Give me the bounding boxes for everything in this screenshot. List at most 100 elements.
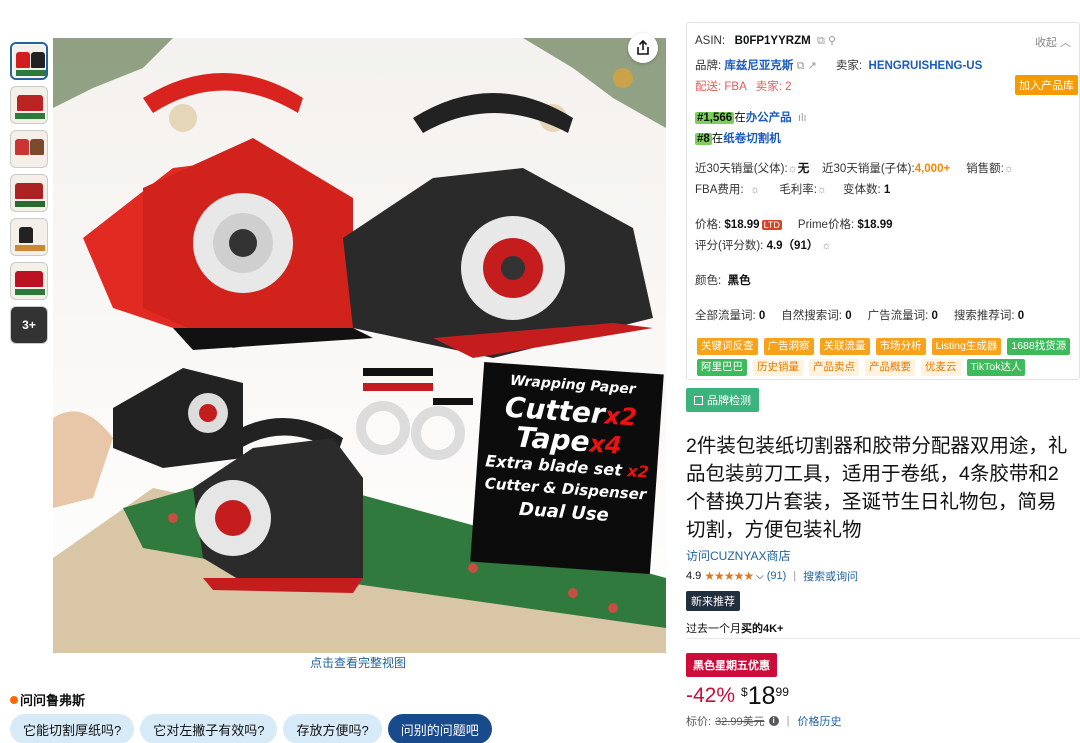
ask-rufus-title: 问问鲁弗斯 xyxy=(20,693,86,708)
price-value: $18.99 xyxy=(724,219,760,231)
sign-line-3: x2 xyxy=(603,401,638,432)
more-thumbnails-button[interactable]: 3+ xyxy=(10,306,48,344)
tool-button[interactable]: 产品概要 xyxy=(865,359,915,376)
tool-button[interactable]: 产品卖点 xyxy=(809,359,859,376)
sales-parent-value: 无 xyxy=(797,163,810,175)
rufus-ask-other-button[interactable]: 问别的问题吧 xyxy=(387,714,492,743)
color-row: 颜色: 黑色 xyxy=(695,272,751,288)
tool-button[interactable]: 广告洞察 xyxy=(763,338,814,355)
loading-icon: ☼ xyxy=(818,240,832,252)
divider: | xyxy=(793,570,797,582)
tool-button[interactable]: 市场分析 xyxy=(875,338,926,355)
new-recommendation-badge: 新来推荐 xyxy=(686,591,740,611)
thumbnail-5[interactable] xyxy=(10,218,48,256)
loading-icon: ☼ xyxy=(816,184,828,196)
rank1-number: #1,566 xyxy=(695,112,735,124)
brand-row: 品牌: 库兹尼亚克斯 ⧉ ↗ 卖家: HENGRUISHENG-US xyxy=(695,57,982,73)
rank2-category[interactable]: 纸卷切割机 xyxy=(723,133,781,145)
asin-value: B0FP1YYRZM xyxy=(734,35,811,47)
fba-fee-label: FBA费用: xyxy=(695,184,744,196)
sales-row: 近30天销量(父体):☼无 近30天销量(子体):4,000+ 销售额:☼ xyxy=(695,160,1014,176)
tool-button[interactable]: 关联流量 xyxy=(819,338,870,355)
rufus-icon xyxy=(10,695,18,704)
kw-all-value: 0 xyxy=(758,310,766,322)
tool-button[interactable]: 1688找货源 xyxy=(1007,338,1071,355)
info-icon[interactable]: i xyxy=(768,716,779,726)
rating-number: 4.9 xyxy=(686,570,702,582)
asin-label: ASIN: xyxy=(695,35,726,47)
kw-rec-value: 0 xyxy=(1017,310,1025,322)
rank2-number: #8 xyxy=(695,133,712,145)
sales-parent-label: 近30天销量(父体): xyxy=(695,163,788,175)
checkbox-icon xyxy=(694,395,703,405)
fee-row: FBA费用: ☼ 毛利率:☼ 变体数: 1 xyxy=(695,181,890,197)
thumbnail-2[interactable] xyxy=(10,86,48,124)
location-icon[interactable]: ⚲ xyxy=(828,35,836,47)
product-feature-sign: Wrapping Paper Cutterx2 Tapex4 Extra bla… xyxy=(470,361,664,575)
collapse-button[interactable]: 收起 ︿ xyxy=(1035,34,1071,50)
copy-icon[interactable]: ⧉ xyxy=(814,35,825,47)
kw-ads-value: 0 xyxy=(931,310,938,322)
kw-all-label: 全部流量词: xyxy=(695,310,756,322)
price-fraction: 99 xyxy=(775,685,789,699)
prime-price-value: $18.99 xyxy=(857,219,893,231)
divider xyxy=(686,638,1080,639)
thumbnail-3[interactable] xyxy=(10,130,48,168)
tool-button[interactable]: 历史销量 xyxy=(753,359,803,376)
tool-button[interactable]: 阿里巴巴 xyxy=(697,359,747,376)
rating-row: 评分(评分数): 4.9（91） ☼ xyxy=(695,237,831,253)
add-to-library-button[interactable]: 加入产品库 xyxy=(1015,75,1078,95)
list-price-row: 标价: 32.99美元 i | 价格历史 xyxy=(686,713,841,729)
color-label: 颜色: xyxy=(695,275,722,287)
thumbnail-4[interactable] xyxy=(10,174,48,212)
keyword-row: 全部流量词: 0 自然搜索词: 0 广告流量词: 0 搜索推荐词: 0 xyxy=(695,307,1024,323)
thumbnail-6[interactable] xyxy=(10,262,48,300)
revenue-label: 销售额: xyxy=(966,163,1004,175)
divider: | xyxy=(786,715,790,727)
loading-icon: ☼ xyxy=(1003,163,1014,175)
loading-icon: ☼ xyxy=(787,163,798,175)
tool-button[interactable]: 关键词反查 xyxy=(697,338,758,355)
seller-link[interactable]: HENGRUISHENG-US xyxy=(869,60,983,72)
rufus-chip-2[interactable]: 它对左撇子有效吗? xyxy=(140,714,278,743)
rufus-chip-1[interactable]: 它能切割厚纸吗? xyxy=(10,714,135,743)
visit-store-link[interactable]: 访问CUZNYAX商店 xyxy=(686,547,790,564)
tool-buttons: 关键词反查 广告洞察 关联流量 市场分析 Listing生成器 1688找货源阿里巴巴 历史… xyxy=(697,338,1077,376)
bought-value: 买的4K+ xyxy=(741,623,784,635)
brand-check-button[interactable]: 品牌检测 xyxy=(686,388,759,412)
tool-button[interactable]: Listing生成器 xyxy=(931,338,1002,355)
view-full-image-link[interactable]: 点击查看完整视图 xyxy=(310,654,406,671)
share-button[interactable] xyxy=(628,33,658,63)
price-currency: $ xyxy=(741,685,748,699)
thumbnail-1[interactable] xyxy=(10,42,48,80)
ship-row: 配送: FBA 卖家: 2 xyxy=(695,78,792,94)
search-or-ask-link[interactable]: 搜索或询问 xyxy=(803,568,858,584)
variants-label: 变体数: xyxy=(843,184,881,196)
rank1-row: #1,566 在办公产品 ılı xyxy=(695,109,807,125)
product-title: 2件装包装纸切割器和胶带分配器双用途，礼品包装剪刀工具，适用于卷纸，4条胶带和2… xyxy=(686,435,1068,541)
chart-icon[interactable]: ılı xyxy=(795,112,807,124)
brand-copy-icon[interactable]: ⧉ ↗ xyxy=(797,60,817,72)
main-product-image[interactable]: Wrapping Paper Cutterx2 Tapex4 Extra bla… xyxy=(53,38,666,653)
tool-button[interactable]: 优麦云 xyxy=(921,359,961,376)
sales-child-value: 4,000+ xyxy=(914,163,951,175)
brand-link[interactable]: 库兹尼亚克斯 xyxy=(724,60,793,72)
rank1-in: 在 xyxy=(734,112,746,124)
chevron-down-icon[interactable]: ⌵ xyxy=(756,571,764,582)
rating-count-link[interactable]: (91) xyxy=(767,570,787,582)
tool-button[interactable]: TikTok达人 xyxy=(966,359,1026,376)
price-history-link[interactable]: 价格历史 xyxy=(797,713,841,729)
prime-price-label: Prime价格: xyxy=(797,219,855,231)
rufus-suggestion-chips: 它能切割厚纸吗? 它对左撇子有效吗? 存放方便吗? 问别的问题吧 xyxy=(10,714,492,743)
variants-value: 1 xyxy=(883,184,891,196)
rating-label: 评分(评分数): xyxy=(695,240,764,252)
star-rating-icon[interactable]: ★★★★★ xyxy=(704,569,754,583)
ltd-badge: LTD xyxy=(761,220,782,230)
kw-ads-label: 广告流量词: xyxy=(867,310,929,322)
rank2-in: 在 xyxy=(711,133,724,145)
loading-icon: ☼ xyxy=(749,184,761,196)
rufus-chip-3[interactable]: 存放方便吗? xyxy=(283,714,382,743)
sellers-count: 卖家: 2 xyxy=(755,81,792,93)
kw-rec-label: 搜索推荐词: xyxy=(953,310,1015,322)
rank1-category[interactable]: 办公产品 xyxy=(746,112,792,124)
